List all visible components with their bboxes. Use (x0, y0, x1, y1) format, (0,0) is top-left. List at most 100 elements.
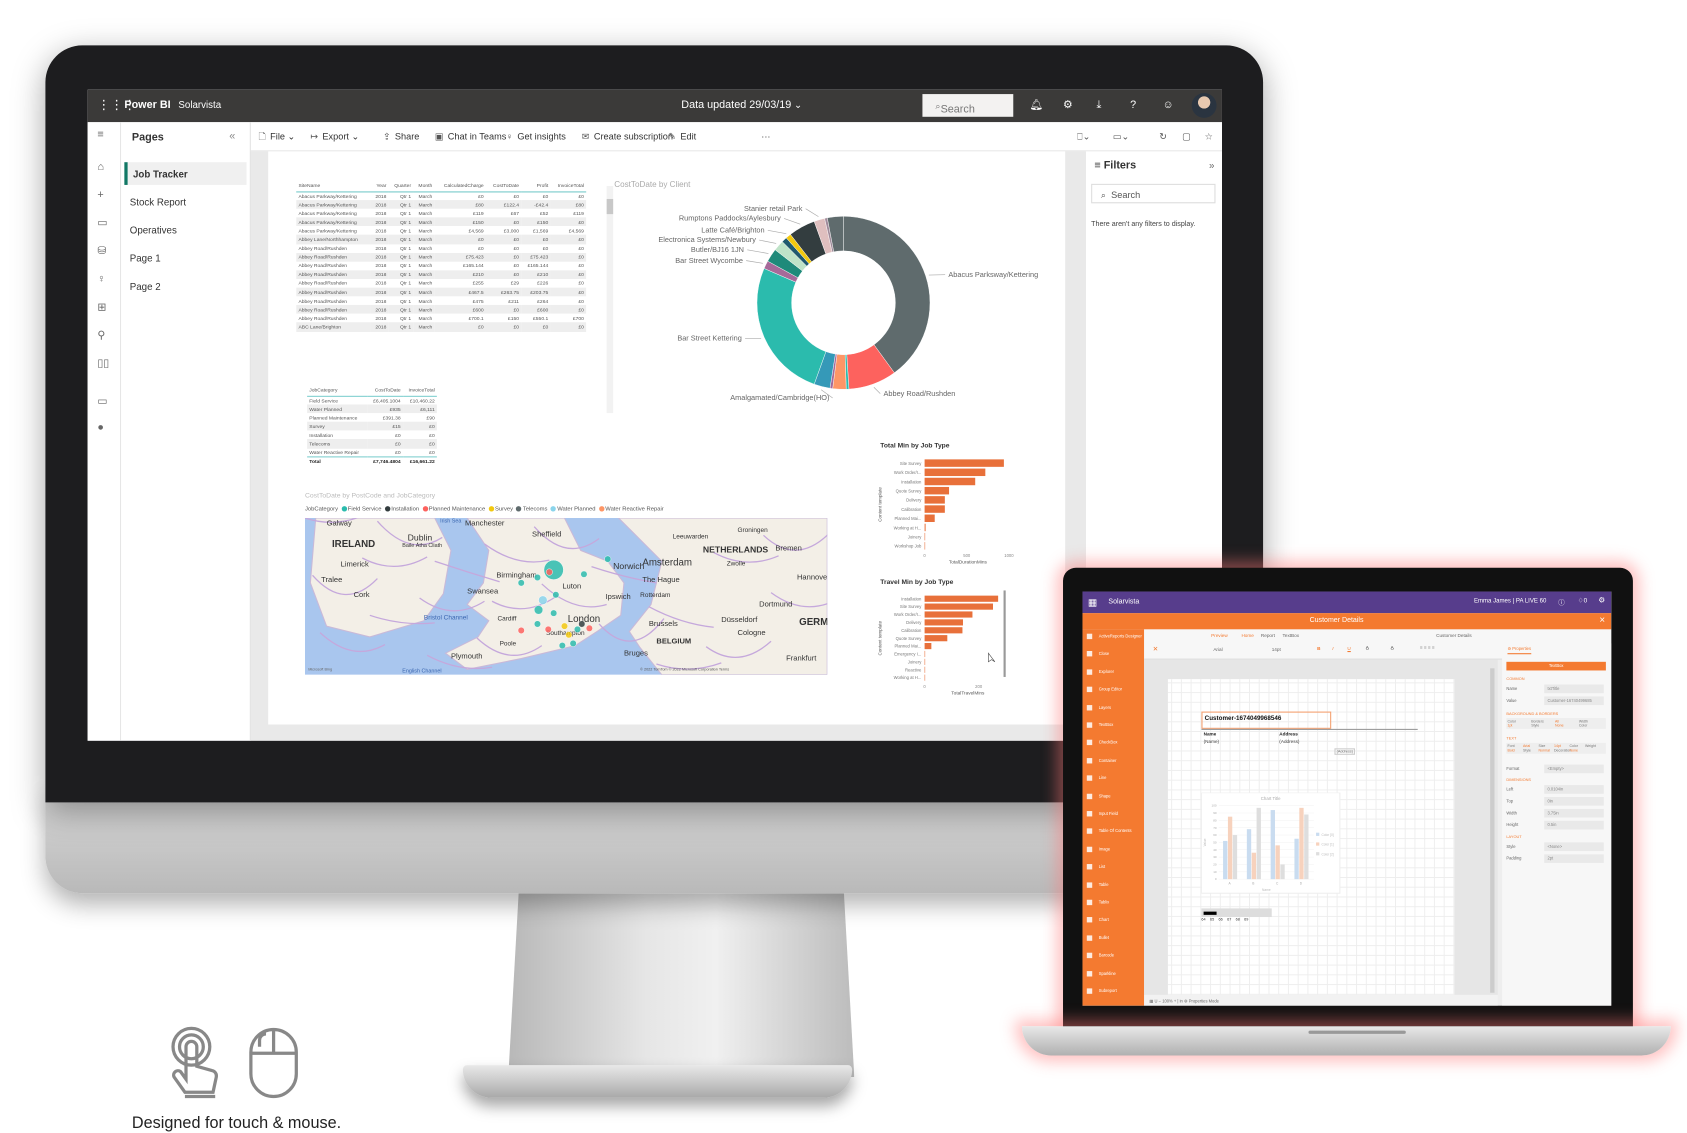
toolbar-create-subscription-button[interactable]: ✉ Create subscription (582, 131, 673, 143)
bar[interactable] (924, 635, 948, 642)
legend-item[interactable]: Field Service (341, 506, 381, 513)
smiley-icon[interactable]: ☺ (1163, 99, 1174, 111)
bar[interactable] (1280, 864, 1285, 880)
toolbox-item-input-field[interactable]: Input Field (1086, 811, 1118, 817)
legend-item[interactable]: Water Planned (550, 506, 596, 513)
dimension-width[interactable]: Width 3.75in (1506, 808, 1605, 819)
legend-item[interactable]: Water Reactive Repair (598, 506, 664, 513)
map-bubble[interactable] (552, 591, 560, 599)
page-tab-stock-report[interactable]: Stock Report (124, 190, 246, 213)
bar[interactable] (1299, 807, 1304, 880)
toolbar-chat-in-teams-button[interactable]: ▣ Chat in Teams (435, 131, 507, 143)
font-select[interactable]: Arial (1213, 647, 1222, 652)
home-icon[interactable]: ⌂ (97, 162, 104, 173)
toolbox-item-subreport[interactable]: Subreport (1086, 988, 1117, 994)
map-bubble[interactable] (550, 609, 558, 617)
toolbar--button[interactable]: ··· (757, 131, 770, 142)
bar[interactable] (1294, 838, 1299, 880)
page-tab-page-1[interactable]: Page 1 (124, 247, 246, 270)
map-bubble[interactable] (517, 579, 525, 587)
gear-icon[interactable]: ⚙ (1598, 596, 1605, 605)
bar[interactable] (924, 643, 932, 650)
barcode[interactable] (1201, 908, 1272, 918)
cut-icon[interactable]: ✕ (1153, 646, 1158, 653)
highlight-icon[interactable]: A̲ (1391, 645, 1394, 650)
bar[interactable] (924, 603, 993, 610)
bar[interactable] (924, 514, 935, 522)
bar[interactable] (1232, 835, 1238, 880)
report-page[interactable]: Customer-1674049968546 Name (Name) Addre… (1167, 679, 1455, 995)
layout-style[interactable]: Style <None> (1506, 842, 1605, 852)
bar[interactable] (924, 674, 926, 681)
toolbox-item-layers[interactable]: Layers (1086, 704, 1111, 711)
address-field[interactable]: (Address) (1279, 739, 1299, 744)
toolbox-item-image[interactable]: Image (1086, 846, 1110, 852)
properties-search[interactable]: TextBox (1506, 661, 1606, 671)
map-bubble[interactable] (545, 568, 553, 576)
property-value[interactable]: Customer-16740499685 (1544, 696, 1604, 706)
donut-slice[interactable] (843, 216, 931, 374)
travel-min-bar-chart[interactable]: Travel Min by Job Type Installation Site S… (874, 577, 1025, 707)
bar[interactable] (924, 477, 976, 486)
map-bubble[interactable] (565, 631, 573, 639)
map-bubble[interactable] (538, 595, 548, 605)
property-value[interactable]: txtTitle (1544, 684, 1604, 694)
toolbox-item-table-of-contents[interactable]: Table Of Contents (1086, 828, 1132, 835)
ribbon-tab-textbox[interactable]: TextBox (1283, 633, 1300, 638)
toolbar-edit-button[interactable]: ✎ Edit (668, 131, 696, 143)
toolbox-item-sparkline[interactable]: Sparkline (1086, 970, 1116, 977)
underline-button[interactable]: U (1347, 646, 1350, 651)
bar[interactable] (924, 611, 973, 618)
dimension-top[interactable]: Top 0in (1506, 796, 1605, 807)
bar[interactable] (924, 627, 963, 634)
bar[interactable] (1304, 814, 1309, 880)
bar[interactable] (1246, 829, 1252, 880)
close-dialog-button[interactable]: × (1599, 614, 1605, 625)
bell-icon[interactable]: 🔔︎ (1029, 99, 1043, 111)
unit-select[interactable]: in (1180, 999, 1183, 1003)
bar[interactable] (924, 468, 986, 477)
bold-button[interactable]: B (1317, 646, 1320, 651)
toolbox-item-activereports-designer[interactable]: ActiveReports Designer (1086, 633, 1142, 640)
avatar[interactable] (1191, 93, 1217, 118)
data-updated-dropdown[interactable]: Data updated 29/03/19 ⌄ (681, 99, 802, 111)
map-bubble[interactable] (578, 620, 586, 628)
properties-tab[interactable]: ⚙ Properties (1507, 646, 1532, 655)
toolbox-item-table[interactable]: Table (1086, 881, 1109, 888)
page-tab-page-2[interactable]: Page 2 (124, 275, 246, 298)
ribbon-tab-report[interactable]: Report (1261, 633, 1275, 638)
help-icon[interactable]: ⓘ (1558, 597, 1565, 606)
property-grid[interactable]: Font Arial Size 14pt Color Weight Bold Style Nor… (1506, 742, 1606, 754)
legend-item[interactable]: Survey (488, 506, 513, 513)
bar[interactable] (924, 486, 950, 495)
brand[interactable]: Power BI (124, 99, 170, 111)
name-property[interactable]: Name txtTitle (1506, 684, 1605, 695)
toolbar-get-insights-button[interactable]: ♀ Get insights (506, 131, 566, 142)
title-textbox[interactable]: Customer-1674049968546 (1201, 711, 1332, 729)
font-size-select[interactable]: 14pt (1272, 647, 1281, 652)
toolbox-item-tablix[interactable]: Tablix (1086, 899, 1109, 906)
map-bubble[interactable] (574, 625, 581, 633)
property-value[interactable]: 0in (1544, 796, 1604, 806)
toolbar-share-button[interactable]: ⇪ Share (383, 131, 420, 143)
map-bubble[interactable] (569, 639, 577, 647)
bar[interactable] (1227, 816, 1233, 880)
refresh-icon[interactable]: ↻ (1159, 131, 1167, 143)
report-chart[interactable]: Chart Title0102030405060708090100A B C DNam… (1201, 792, 1342, 896)
comment-icon[interactable]: ▢ (1182, 131, 1191, 143)
plus-icon[interactable]: + (97, 190, 103, 201)
toolbox-item-line[interactable]: Line (1086, 775, 1106, 781)
total-min-bar-chart[interactable]: Total Min by Job Type Site Survey Work Ord… (874, 441, 1015, 571)
download-icon[interactable]: ⤓ (1097, 99, 1102, 111)
bar[interactable] (924, 523, 926, 532)
gear-icon[interactable]: ⚙ (1063, 99, 1073, 111)
toolbox-item-container[interactable]: Container (1086, 757, 1117, 764)
bar[interactable] (924, 650, 926, 658)
bar[interactable] (1251, 852, 1257, 880)
toolbox-item-barcode[interactable]: Barcode (1086, 952, 1114, 959)
property-value[interactable]: 0.0104in (1544, 785, 1604, 794)
bell-icon[interactable]: ♢0 (1578, 597, 1587, 604)
toolbox-item-textbox[interactable]: TextBox (1086, 722, 1113, 728)
apps-icon[interactable]: ⊞ (97, 302, 106, 314)
filters-search-input[interactable]: ⌕ Search (1091, 183, 1216, 204)
